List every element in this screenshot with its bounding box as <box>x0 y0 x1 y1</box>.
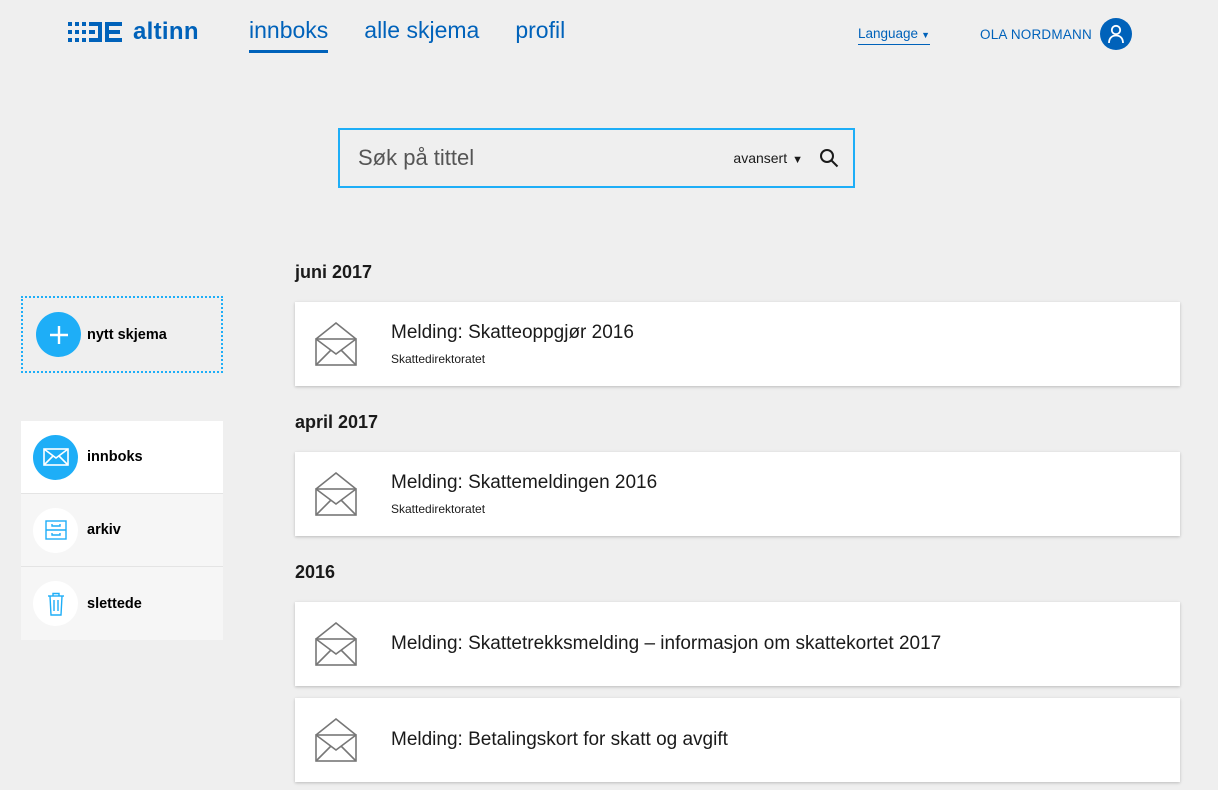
sidebar-item-label: innboks <box>87 449 143 465</box>
message-text: Melding: Skatteoppgjør 2016 Skattedirekt… <box>391 322 634 366</box>
nav-item-profil[interactable]: profil <box>515 17 565 53</box>
language-label: Language <box>858 26 919 41</box>
search-button[interactable] <box>819 148 839 168</box>
envelope-open-icon <box>315 472 357 516</box>
search-icon <box>820 149 839 168</box>
envelope-icon <box>33 434 78 480</box>
logo-text: altinn <box>133 18 199 45</box>
message-item[interactable]: Melding: Betalingskort for skatt og avgi… <box>295 698 1180 782</box>
message-sender: Skattedirektoratet <box>391 502 486 516</box>
main-nav: innboks alle skjema profil <box>249 17 565 53</box>
message-text: Melding: Betalingskort for skatt og avgi… <box>391 729 728 751</box>
message-sender: Skattedirektoratet <box>391 352 486 366</box>
sidebar-item-innboks[interactable]: innboks <box>21 421 223 494</box>
envelope-open-icon <box>315 622 357 666</box>
group-heading: 2016 <box>295 562 336 582</box>
user-menu[interactable]: OLA NORDMANN <box>980 18 1132 50</box>
message-item[interactable]: Melding: Skatteoppgjør 2016 Skattedirekt… <box>295 302 1180 386</box>
user-name: OLA NORDMANN <box>980 26 1092 42</box>
message-item[interactable]: Melding: Skattemeldingen 2016 Skattedire… <box>295 452 1180 536</box>
user-avatar-icon <box>1099 18 1132 50</box>
message-title: Melding: Skattetrekksmelding – informasj… <box>391 633 942 654</box>
altinn-logo-mark-icon <box>68 22 122 42</box>
message-text: Melding: Skattetrekksmelding – informasj… <box>391 633 941 655</box>
group-heading: juni 2017 <box>295 262 373 282</box>
message-title: Melding: Skatteoppgjør 2016 <box>391 322 634 343</box>
new-form-button[interactable]: nytt skjema <box>21 296 223 373</box>
new-form-label: nytt skjema <box>87 326 167 343</box>
message-item[interactable]: Melding: Skattetrekksmelding – informasj… <box>295 602 1180 686</box>
triangle-down-icon: ▼ <box>792 154 803 166</box>
nav-item-alle-skjema[interactable]: alle skjema <box>364 17 479 53</box>
altinn-logo[interactable]: altinn <box>68 18 199 46</box>
sidebar-item-slettede[interactable]: slettede <box>21 567 223 640</box>
trash-icon <box>33 581 78 626</box>
sidebar-item-label: slettede <box>87 595 142 612</box>
nav-item-innboks[interactable]: innboks <box>249 17 329 53</box>
plus-icon <box>36 312 81 357</box>
caret-down-icon: ▼ <box>921 30 930 40</box>
envelope-open-icon <box>315 718 357 762</box>
sidebar-item-arkiv[interactable]: arkiv <box>21 494 223 567</box>
search-input[interactable] <box>340 145 734 171</box>
sidebar-item-label: arkiv <box>87 522 121 538</box>
advanced-search-toggle[interactable]: avansert ▼ <box>733 150 803 166</box>
language-selector[interactable]: Language ▼ <box>858 26 930 45</box>
sidebar-menu: innboks arkiv slettede <box>21 421 223 640</box>
message-title: Melding: Skattemeldingen 2016 <box>391 472 658 493</box>
search-box: avansert ▼ <box>338 128 855 188</box>
archive-icon <box>33 507 78 553</box>
message-title: Melding: Betalingskort for skatt og avgi… <box>391 729 728 750</box>
group-heading: april 2017 <box>295 412 379 432</box>
envelope-open-icon <box>315 322 357 366</box>
message-text: Melding: Skattemeldingen 2016 Skattedire… <box>391 472 657 516</box>
advanced-label: avansert <box>733 150 788 166</box>
